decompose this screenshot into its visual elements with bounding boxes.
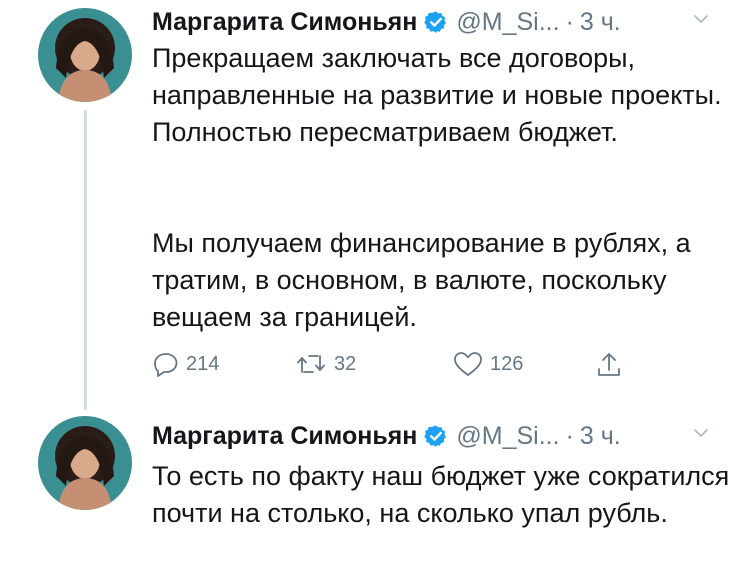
avatar[interactable]	[38, 416, 132, 510]
reply-button[interactable]: 214	[152, 350, 219, 378]
share-button[interactable]	[594, 350, 630, 380]
timestamp[interactable]: 3 ч.	[580, 8, 621, 37]
author-name[interactable]: Маргарита Симоньян	[152, 8, 417, 37]
separator: ·	[565, 421, 574, 450]
chevron-down-icon[interactable]	[692, 424, 710, 442]
tweet-text: То есть по факту наш бюджет уже сократил…	[152, 461, 730, 528]
reply-count: 214	[186, 352, 220, 375]
tweet-text: Мы получаем финансирование в рублях, а т…	[152, 228, 691, 332]
tweet-header: Маргарита Симоньян @M_Si... · 3 ч.	[152, 416, 621, 456]
author-handle[interactable]: @M_Si...	[456, 422, 559, 451]
timestamp[interactable]: 3 ч.	[580, 422, 621, 451]
share-icon	[598, 353, 620, 376]
verified-badge-icon	[424, 425, 447, 447]
avatar[interactable]	[38, 8, 132, 102]
author-name[interactable]: Маргарита Симоньян	[152, 422, 417, 451]
like-count: 126	[490, 352, 524, 375]
heart-icon	[454, 352, 482, 376]
retweet-button[interactable]: 32	[294, 350, 356, 378]
author-handle[interactable]: @M_Si...	[456, 8, 559, 37]
retweet-icon	[297, 355, 325, 373]
like-button[interactable]: 126	[452, 350, 523, 378]
chevron-down-icon[interactable]	[692, 10, 710, 28]
reply-icon	[154, 353, 178, 377]
tweet-actions: 214 32 126	[152, 350, 652, 386]
thread-connector	[84, 110, 87, 410]
tweet-header: Маргарита Симоньян @M_Si... · 3 ч.	[152, 2, 621, 42]
tweet[interactable]: Маргарита Симоньян @M_Si... · 3 ч. Прекр…	[0, 0, 749, 410]
tweet-text: Прекращаем заключать все договоры, напра…	[152, 43, 722, 147]
retweet-count: 32	[334, 352, 357, 375]
separator: ·	[565, 7, 574, 36]
verified-badge-icon	[424, 11, 447, 33]
tweet[interactable]: Маргарита Симоньян @M_Si... · 3 ч. То ес…	[0, 408, 749, 562]
